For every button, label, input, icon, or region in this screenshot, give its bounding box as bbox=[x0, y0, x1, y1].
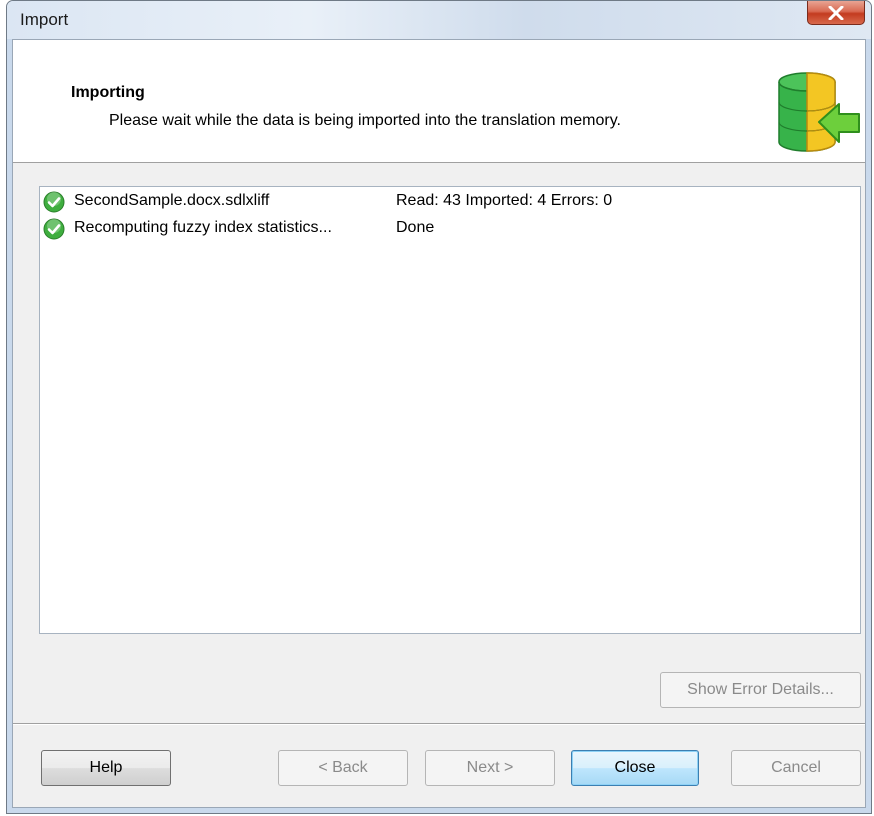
help-button[interactable]: Help bbox=[41, 750, 171, 786]
check-circle-icon bbox=[43, 191, 65, 213]
list-item-status: Done bbox=[396, 219, 435, 236]
list-item: Recomputing fuzzy index statistics... Do… bbox=[40, 218, 860, 258]
list-item-status: Read: 43 Imported: 4 Errors: 0 bbox=[396, 192, 613, 209]
list-item: SecondSample.docx.sdlxliff Read: 43 Impo… bbox=[40, 191, 860, 213]
back-button[interactable]: < Back bbox=[278, 750, 408, 786]
import-progress-list[interactable]: SecondSample.docx.sdlxliff Read: 43 Impo… bbox=[39, 186, 861, 634]
close-icon bbox=[828, 5, 844, 20]
list-item-name: SecondSample.docx.sdlxliff bbox=[74, 192, 270, 209]
wizard-header: Importing Please wait while the data is … bbox=[13, 40, 865, 163]
next-button[interactable]: Next > bbox=[425, 750, 555, 786]
import-dialog: Import Importing Please wait while the d… bbox=[6, 0, 872, 814]
window-title: Import bbox=[20, 10, 69, 29]
header-title: Importing bbox=[71, 84, 145, 101]
title-bar: Import bbox=[7, 1, 871, 39]
footer-divider bbox=[13, 723, 865, 725]
database-import-icon bbox=[778, 72, 860, 152]
cancel-button[interactable]: Cancel bbox=[731, 750, 861, 786]
close-button[interactable]: Close bbox=[571, 750, 699, 786]
window-close-button[interactable] bbox=[807, 1, 865, 25]
list-item-name: Recomputing fuzzy index statistics... bbox=[74, 219, 332, 236]
show-error-details-button[interactable]: Show Error Details... bbox=[660, 672, 861, 708]
dialog-client-area: Importing Please wait while the data is … bbox=[12, 39, 866, 808]
header-subtitle: Please wait while the data is being impo… bbox=[109, 112, 621, 129]
check-circle-icon bbox=[43, 218, 65, 240]
